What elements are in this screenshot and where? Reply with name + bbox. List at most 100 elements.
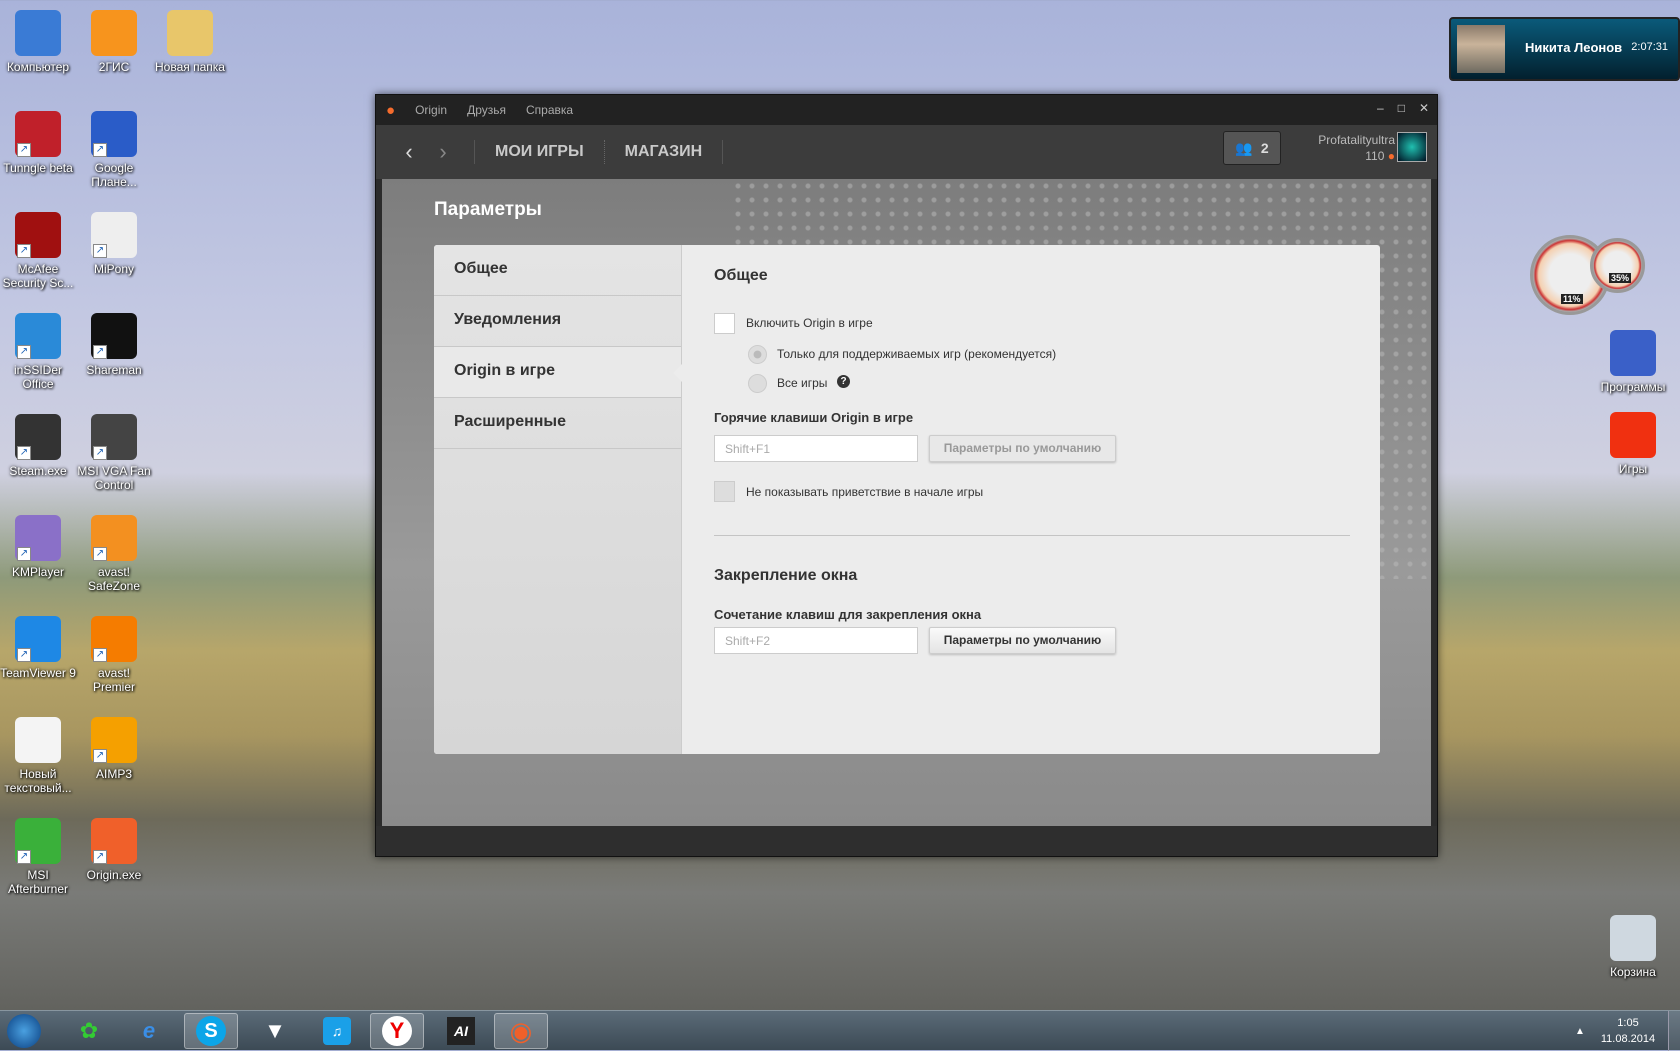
taskbar-skype[interactable]: S [184, 1013, 238, 1049]
sidebar-item-origin-in-game[interactable]: Origin в игре [434, 347, 682, 398]
desktop-icon-label: avast! SafeZone [87, 565, 141, 593]
no-greeting-label: Не показывать приветствие в начале игры [746, 485, 984, 499]
menu-friends[interactable]: Друзья [467, 103, 506, 117]
music-player-icon: ♫ [323, 1017, 351, 1045]
desktop-icon[interactable]: ↗ AIMP3 [76, 717, 152, 781]
desktop-icon[interactable]: ↗ MSI VGA Fan Control [76, 414, 152, 492]
yandex-browser-icon: Y [382, 1016, 412, 1046]
afterburner-icon: ↗ [15, 818, 61, 864]
globe-icon: ↗ [91, 515, 137, 561]
shortcut-arrow-icon: ↗ [17, 143, 31, 157]
desktop-icon[interactable]: ↗ Google Плане... [76, 111, 152, 189]
foobar-icon: ▼ [264, 1018, 286, 1043]
sidebar-item-advanced[interactable]: Расширенные [434, 398, 681, 449]
radio-supported-label: Только для поддерживаемых игр (рекоменду… [777, 347, 1057, 361]
username: Profatalityultra [1318, 133, 1395, 147]
desktop-icon[interactable]: Новый текстовый... [0, 717, 76, 795]
taskbar-ai[interactable]: AI [434, 1013, 488, 1049]
computer-icon [15, 10, 61, 56]
maximize-button[interactable]: □ [1398, 101, 1405, 115]
show-desktop-button[interactable] [1668, 1011, 1680, 1051]
taskbar-yandex[interactable]: Y [370, 1013, 424, 1049]
start-button[interactable] [0, 1013, 48, 1049]
shortcut-arrow-icon: ↗ [93, 850, 107, 864]
desktop-icon[interactable]: ↗ MSI Afterburner [0, 818, 76, 896]
menu-origin[interactable]: Origin [415, 103, 447, 117]
close-button[interactable]: ✕ [1419, 101, 1429, 115]
origin-window: ● Origin Друзья Справка – □ ✕ ‹ › МОИ ИГ… [375, 94, 1438, 857]
back-button[interactable]: ‹ [392, 139, 426, 165]
user-info[interactable]: Profatalityultra 110 ● [1318, 132, 1395, 164]
drive-icon [1610, 330, 1656, 376]
title-bar[interactable]: ● Origin Друзья Справка – □ ✕ [376, 95, 1437, 125]
radio-supported-games[interactable] [748, 345, 767, 364]
hotkey-input[interactable]: Shift+F1 [714, 435, 918, 462]
taskbar-music-player[interactable]: ♫ [310, 1013, 364, 1049]
shortcut-arrow-icon: ↗ [93, 143, 107, 157]
desktop-icon[interactable]: ↗ avast! Premier [76, 616, 152, 694]
help-icon[interactable]: ? [837, 375, 850, 388]
nav-bar: ‹ › МОИ ИГРЫ МАГАЗИН 👥 2 Profatalityultra… [376, 125, 1437, 179]
forward-button[interactable]: › [426, 139, 460, 165]
desktop-icon[interactable]: Игры [1595, 412, 1671, 476]
desktop-icon[interactable]: ↗ MiPony [76, 212, 152, 276]
taskbar-origin[interactable]: ◉ [494, 1013, 548, 1049]
shortcut-arrow-icon: ↗ [93, 547, 107, 561]
desktop-icon[interactable]: ↗ Tunngle beta [0, 111, 76, 175]
fan-icon: ↗ [91, 414, 137, 460]
shortcut-arrow-icon: ↗ [93, 345, 107, 359]
settings-sidebar: Общее Уведомления Origin в игре Расширен… [434, 245, 682, 754]
desktop-icon[interactable]: ↗ Origin.exe [76, 818, 152, 882]
text-file-icon [15, 717, 61, 763]
clock[interactable]: 1:05 11.08.2014 [1598, 1015, 1658, 1047]
friends-button[interactable]: 👥 2 [1223, 131, 1281, 165]
page-title: Параметры [434, 199, 542, 220]
user-avatar[interactable] [1397, 132, 1427, 162]
desktop-icon-label: TeamViewer 9 [0, 666, 76, 680]
menu-help[interactable]: Справка [526, 103, 573, 117]
desktop-icon[interactable]: Программы [1595, 330, 1671, 394]
radio-all-label: Все игры [777, 376, 828, 390]
sidebar-item-general[interactable]: Общее [434, 245, 681, 296]
desktop-icon[interactable]: ↗ TeamViewer 9 [0, 616, 76, 680]
desktop-icon[interactable]: ↗ McAfee Security Sc... [0, 212, 76, 290]
avast-icon: ↗ [91, 616, 137, 662]
shortcut-arrow-icon: ↗ [93, 446, 107, 460]
enable-origin-in-game-checkbox[interactable] [714, 313, 735, 334]
points: 110 [1365, 149, 1385, 163]
section-divider [714, 535, 1350, 536]
desktop-icon[interactable]: ↗ KMPlayer [0, 515, 76, 579]
desktop-icon-label: Origin.exe [86, 868, 142, 882]
desktop-icon[interactable]: ↗ Shareman [76, 313, 152, 377]
radio-all-games[interactable] [748, 374, 767, 393]
minimize-button[interactable]: – [1377, 101, 1384, 115]
globe-icon: ↗ [91, 111, 137, 157]
taskbar-ie[interactable]: e [122, 1013, 176, 1049]
contact-name: Никита Леонов [1525, 40, 1623, 55]
section-title-general: Общее [714, 267, 768, 284]
origin-icon: ◉ [509, 1015, 533, 1046]
desktop-icon[interactable]: ↗ inSSIDer Office [0, 313, 76, 391]
notification-popup[interactable]: Никита Леонов 2:07:31 [1449, 17, 1680, 81]
desktop-icon[interactable]: Корзина [1595, 915, 1671, 979]
taskbar-foobar[interactable]: ▼ [248, 1013, 302, 1049]
sidebar-item-notifications[interactable]: Уведомления [434, 296, 681, 347]
taskbar-icq[interactable]: ✿ [62, 1013, 116, 1049]
points-icon: ● [1387, 149, 1395, 163]
contact-avatar [1457, 25, 1505, 73]
tab-my-games[interactable]: МОИ ИГРЫ [474, 140, 604, 164]
default-hotkey-button[interactable]: Параметры по умолчанию [929, 435, 1116, 462]
desktop-icon[interactable]: 2ГИС [76, 10, 152, 74]
ram-value: 35% [1609, 273, 1632, 283]
default-pin-hotkey-button[interactable]: Параметры по умолчанию [929, 627, 1116, 654]
desktop-icon[interactable]: ↗ Steam.exe [0, 414, 76, 478]
desktop-icon[interactable]: Компьютер [0, 10, 76, 74]
desktop-icon[interactable]: Новая папка [152, 10, 228, 74]
shortcut-arrow-icon: ↗ [93, 648, 107, 662]
pin-hotkey-input[interactable]: Shift+F2 [714, 627, 918, 654]
tab-store[interactable]: МАГАЗИН [603, 140, 724, 164]
no-greeting-checkbox[interactable] [714, 481, 735, 502]
steam-icon: ↗ [15, 414, 61, 460]
desktop-icon[interactable]: ↗ avast! SafeZone [76, 515, 152, 593]
show-hidden-icons-button[interactable]: ▲ [1575, 1026, 1585, 1037]
